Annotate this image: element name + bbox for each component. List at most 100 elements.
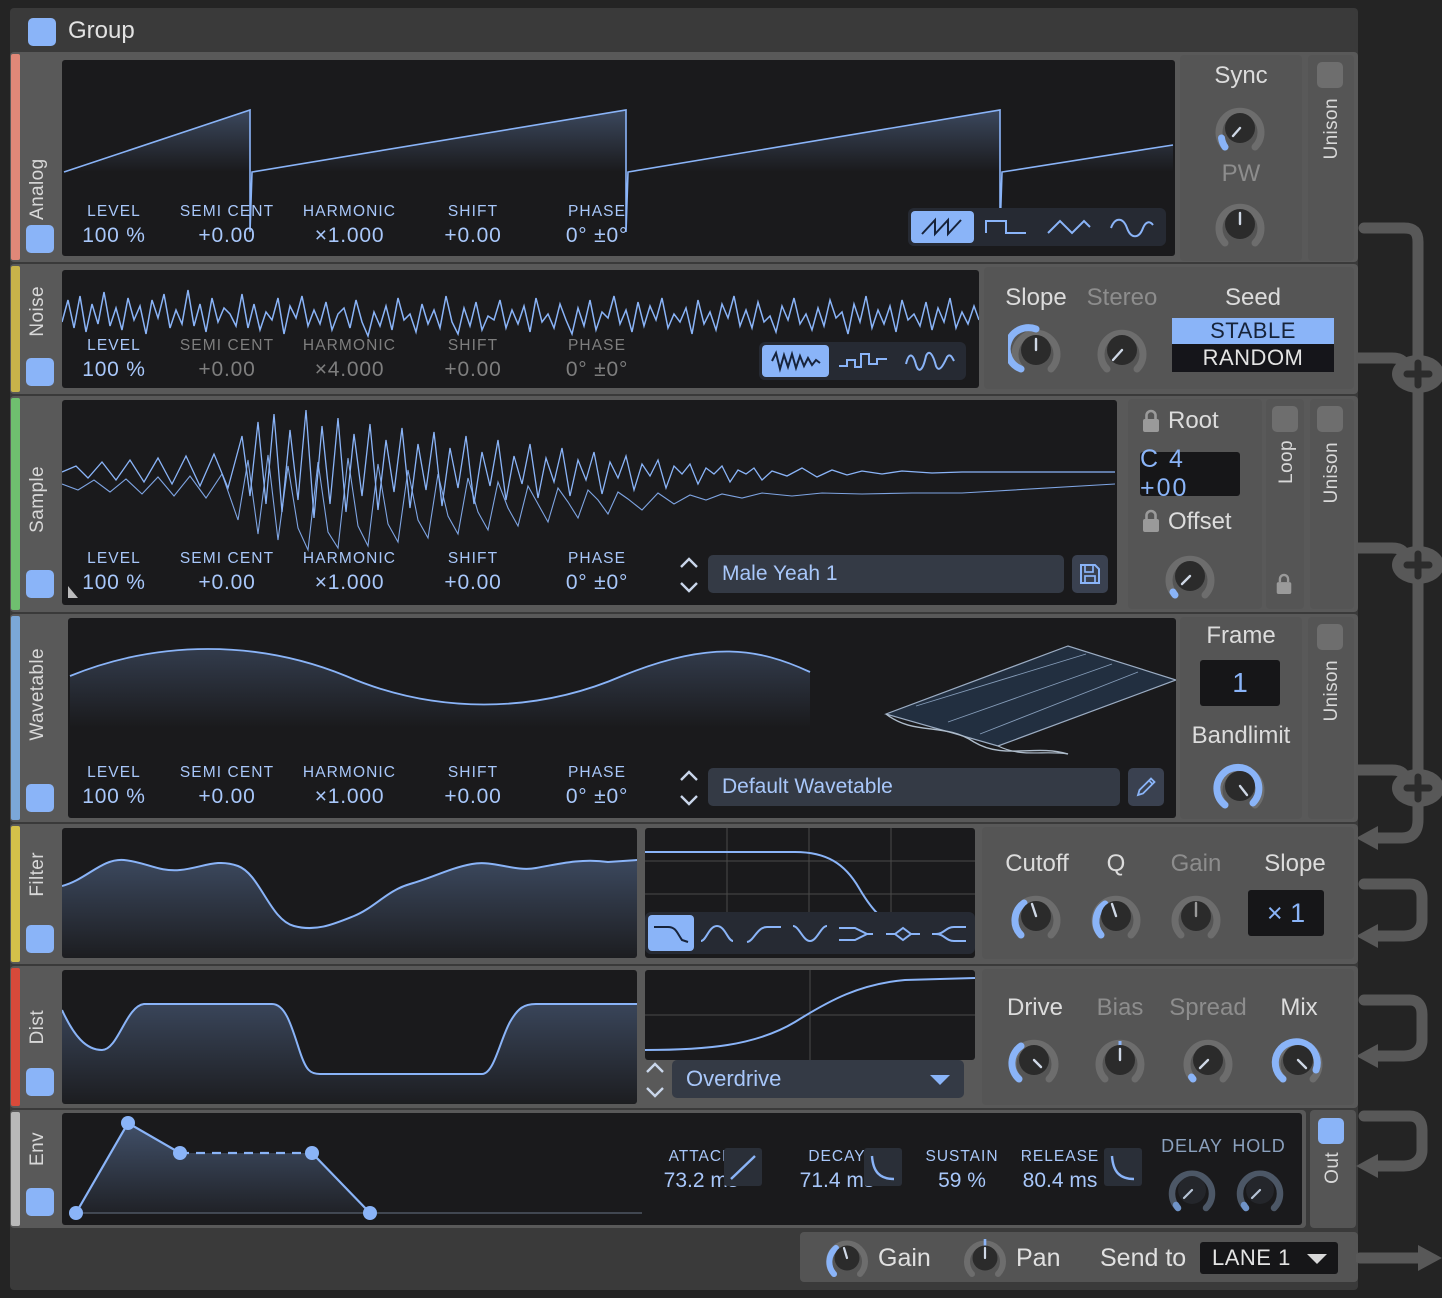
routing-rail[interactable] [1356,0,1442,1298]
stereo-knob-label: Stereo [1086,284,1158,311]
filter-lowpass-button[interactable] [648,915,695,951]
loop-lock-icon[interactable] [1274,572,1294,596]
filter-peak-button[interactable] [833,915,879,951]
waveform-square-button[interactable] [974,211,1037,243]
param-shift[interactable]: SHIFT +0.00 [411,203,535,248]
offset-lock-icon[interactable] [1140,508,1162,534]
waveform-sine-button[interactable] [1100,211,1163,243]
param-phase[interactable]: PHASE 0° ±0° [535,203,659,248]
output-gain-knob[interactable] [824,1235,870,1281]
param-semi-cent[interactable]: SEMI CENT +0.00 [166,203,288,248]
analog-enable-toggle[interactable] [26,225,54,253]
slope-knob[interactable] [1003,322,1064,378]
bias-knob[interactable] [1092,1032,1148,1088]
wavetable-name-field[interactable]: Default Wavetable [708,768,1120,806]
offset-knob[interactable] [1162,548,1218,604]
mix-knob[interactable] [1270,1032,1326,1088]
filter-notch-button[interactable] [787,915,833,951]
wavetable-color-strip [11,616,20,820]
env-release[interactable]: RELEASE 80.4 ms [1002,1148,1118,1193]
param-level[interactable]: LEVEL 100 % [62,764,166,809]
seed-random-option[interactable]: RANDOM [1172,344,1334,372]
output-pan-label: Pan [1016,1244,1061,1272]
drive-knob[interactable] [1006,1032,1062,1088]
filter-enable-toggle[interactable] [26,925,54,953]
waveform-saw-button[interactable] [911,211,974,243]
frame-value[interactable]: 1 [1200,660,1280,706]
noise-enable-toggle[interactable] [26,358,54,386]
stereo-knob[interactable] [1094,322,1150,378]
send-to-dropdown[interactable]: LANE 1 [1200,1242,1338,1274]
root-note-value[interactable]: C 4 +00 [1140,445,1240,502]
noise-white-button[interactable] [762,345,829,377]
root-lock-icon[interactable] [1140,408,1162,434]
noise-smooth-button[interactable] [896,345,963,377]
filter-modulation-display[interactable] [62,828,637,958]
wavetable-unison-toggle[interactable] [1317,624,1343,650]
param-level[interactable]: LEVEL 100 % [62,337,166,382]
param-harmonic[interactable]: HARMONIC ×1.000 [288,764,411,809]
waveform-triangle-button[interactable] [1037,211,1100,243]
param-harmonic[interactable]: HARMONIC ×4.000 [288,337,411,382]
cutoff-knob[interactable] [1008,888,1064,944]
param-shift[interactable]: SHIFT +0.00 [411,764,535,809]
env-sustain[interactable]: SUSTAIN 59 % [912,1148,1012,1193]
dist-transfer-display[interactable] [645,970,975,1060]
param-harmonic[interactable]: HARMONIC ×1.000 [288,550,411,595]
arrow-right [1418,1245,1442,1271]
q-knob[interactable] [1088,888,1144,944]
dist-enable-toggle[interactable] [26,1068,54,1096]
filter-comb-button[interactable] [926,915,972,951]
filter-gain-knob[interactable] [1168,888,1224,944]
seed-stable-option[interactable]: STABLE [1172,318,1334,344]
sample-loop-toggle[interactable] [1272,406,1298,432]
filter-highpass-button[interactable] [741,915,787,951]
filter-type-selector[interactable] [645,912,975,954]
dist-color-strip [11,968,20,1106]
sample-unison-toggle[interactable] [1317,406,1343,432]
param-semi-cent[interactable]: SEMI CENT +0.00 [166,764,288,809]
param-harmonic[interactable]: HARMONIC ×1.000 [288,203,411,248]
filter-band-button[interactable] [879,915,925,951]
param-level[interactable]: LEVEL 100 % [62,203,166,248]
param-phase[interactable]: PHASE 0° ±0° [535,550,659,595]
param-shift[interactable]: SHIFT +0.00 [411,337,535,382]
param-shift[interactable]: SHIFT +0.00 [411,550,535,595]
param-semi-cent[interactable]: SEMI CENT +0.00 [166,550,288,595]
group-title: Group [68,17,135,44]
noise-type-selector[interactable] [759,342,966,380]
wavetable-edit-button[interactable] [1128,768,1164,806]
param-phase[interactable]: PHASE 0° ±0° [535,764,659,809]
sync-knob[interactable] [1212,100,1268,156]
pw-knob[interactable] [1212,196,1268,252]
filter-bandpass-button[interactable] [694,915,740,951]
output-pan-knob[interactable] [962,1235,1008,1281]
dist-modulation-display[interactable] [62,970,637,1104]
param-semi-cent[interactable]: SEMI CENT +0.00 [166,337,288,382]
group-enable-toggle[interactable] [28,18,56,46]
sample-prev-next-spinner[interactable] [676,555,702,595]
dist-mode-spinner[interactable] [642,1060,668,1100]
spread-knob[interactable] [1180,1032,1236,1088]
analog-unison-toggle[interactable] [1317,62,1343,88]
release-curve-icon[interactable] [1104,1148,1142,1186]
env-delay-knob[interactable] [1166,1164,1218,1216]
wavetable-enable-toggle[interactable] [26,784,54,812]
bandlimit-knob[interactable] [1212,758,1268,814]
env-enable-toggle[interactable] [26,1188,54,1216]
param-level[interactable]: LEVEL 100 % [62,550,166,595]
noise-label: Noise [27,286,48,337]
dist-mode-dropdown[interactable]: Overdrive [672,1060,964,1098]
decay-curve-icon[interactable] [864,1148,902,1186]
env-out-toggle[interactable] [1318,1118,1344,1144]
sample-enable-toggle[interactable] [26,570,54,598]
attack-curve-icon[interactable] [724,1148,762,1186]
wavetable-prev-next-spinner[interactable] [676,768,702,808]
param-phase[interactable]: PHASE 0° ±0° [535,337,659,382]
filter-slope-value[interactable]: × 1 [1248,890,1324,936]
analog-waveform-selector[interactable] [908,208,1166,246]
sample-save-button[interactable] [1072,555,1108,593]
sample-name-field[interactable]: Male Yeah 1 [708,555,1064,593]
noise-step-button[interactable] [829,345,896,377]
env-hold-knob[interactable] [1234,1164,1286,1216]
